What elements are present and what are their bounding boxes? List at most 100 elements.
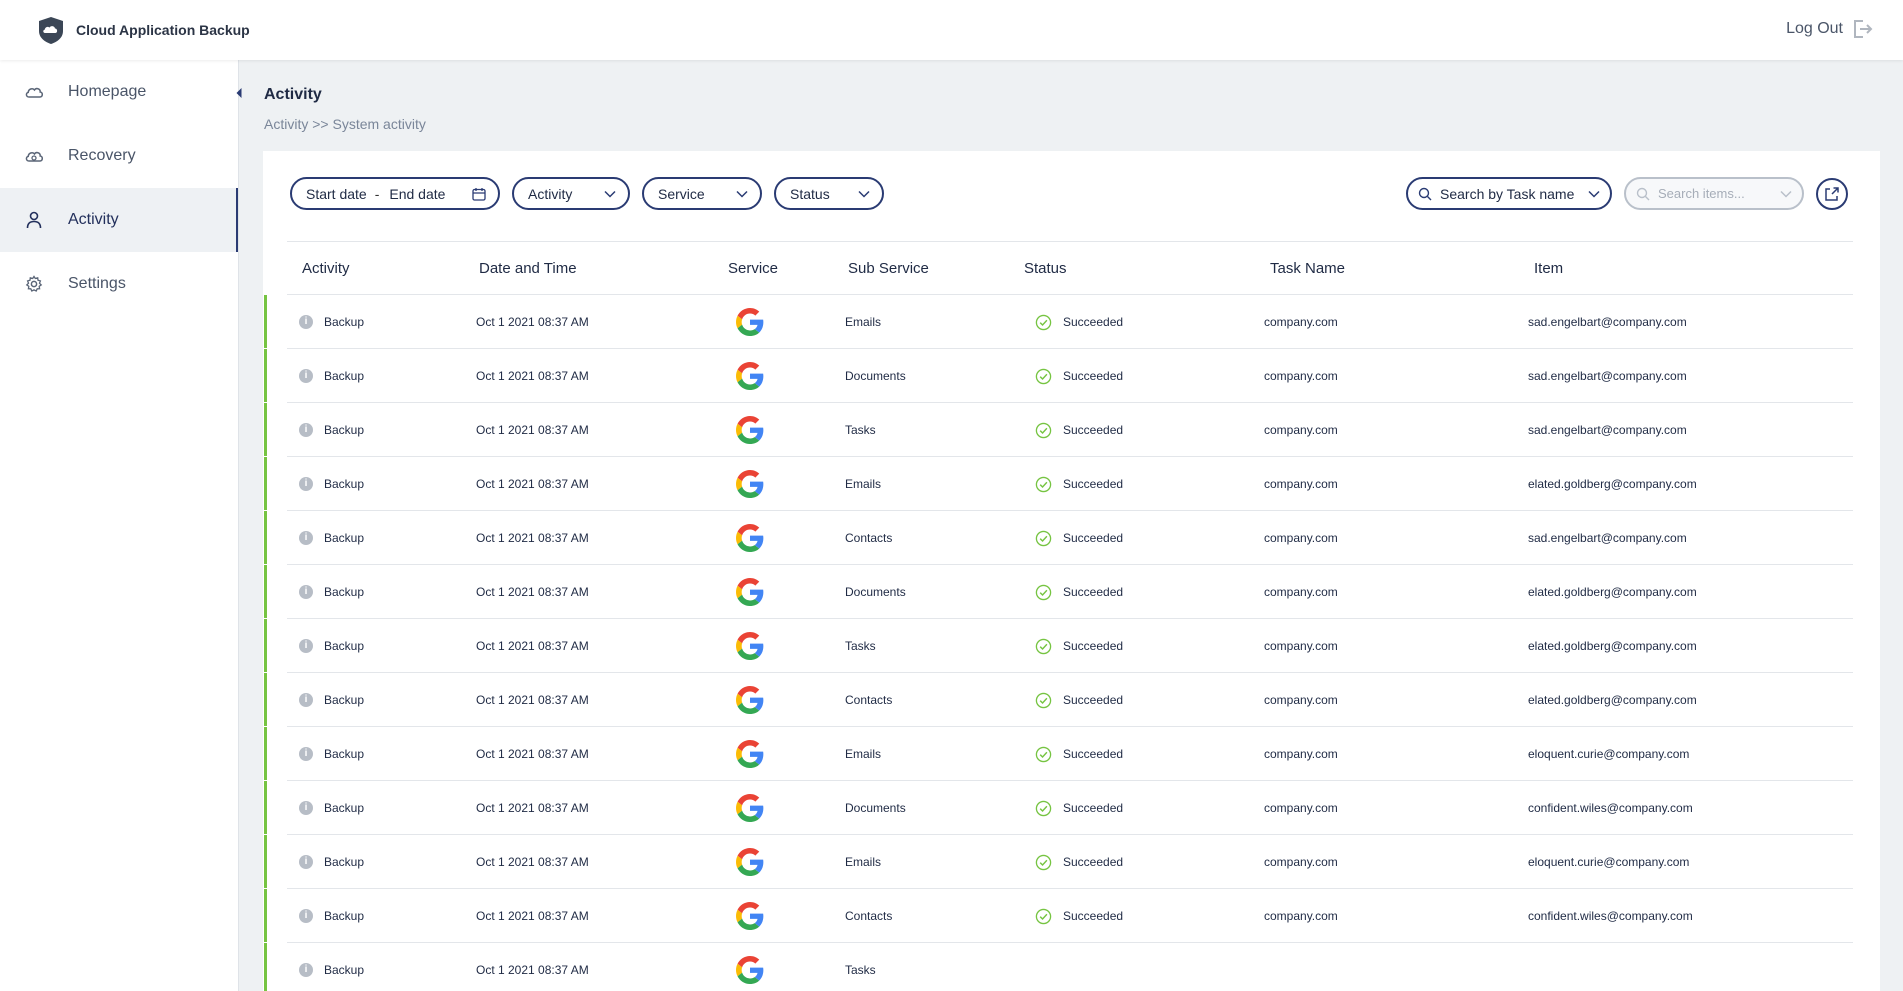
table-row[interactable]: i Backup Oct 1 2021 08:37 AM Documents S… xyxy=(264,349,1853,403)
activity-cell: Backup xyxy=(324,639,365,653)
check-circle-icon xyxy=(1035,530,1052,547)
google-icon xyxy=(736,362,764,390)
info-icon[interactable]: i xyxy=(299,693,313,707)
table-row[interactable]: i Backup Oct 1 2021 08:37 AM Contacts Su… xyxy=(264,511,1853,565)
collapse-sidebar-button[interactable] xyxy=(232,84,246,102)
task-name-cell: company.com xyxy=(1264,639,1338,653)
column-header-task-name[interactable]: Task Name xyxy=(1270,260,1345,277)
status-cell: Succeeded xyxy=(1063,531,1124,545)
date-cell: Oct 1 2021 08:37 AM xyxy=(476,585,589,599)
activity-filter-dropdown[interactable]: Activity xyxy=(512,177,630,210)
info-icon[interactable]: i xyxy=(299,855,313,869)
table-row[interactable]: i Backup Oct 1 2021 08:37 AM Contacts Su… xyxy=(264,673,1853,727)
table-row[interactable]: i Backup Oct 1 2021 08:37 AM Contacts Su… xyxy=(264,889,1853,943)
column-header-service[interactable]: Service xyxy=(728,260,778,277)
logout-icon xyxy=(1854,20,1873,38)
google-icon xyxy=(736,794,764,822)
info-icon[interactable]: i xyxy=(299,531,313,545)
sidebar-item-recovery[interactable]: Recovery xyxy=(0,124,238,188)
info-icon[interactable]: i xyxy=(299,315,313,329)
service-filter-dropdown[interactable]: Service xyxy=(642,177,762,210)
activity-card: Start date - End date Activity Service S… xyxy=(263,151,1880,991)
date-dash: - xyxy=(374,185,380,202)
google-icon xyxy=(736,902,764,930)
search-by-select[interactable]: Search by Task name xyxy=(1406,177,1612,210)
info-icon[interactable]: i xyxy=(299,639,313,653)
table-row[interactable]: i Backup Oct 1 2021 08:37 AM Emails Succ… xyxy=(264,295,1853,349)
item-cell: confident.wiles@company.com xyxy=(1528,801,1693,815)
info-icon[interactable]: i xyxy=(299,423,313,437)
task-name-cell: company.com xyxy=(1264,801,1338,815)
table-row[interactable]: i Backup Oct 1 2021 08:37 AM Emails Succ… xyxy=(264,835,1853,889)
table-header: Activity Date and Time Service Sub Servi… xyxy=(287,241,1853,295)
google-icon xyxy=(736,632,764,660)
table-row[interactable]: i Backup Oct 1 2021 08:37 AM Tasks Succe… xyxy=(264,403,1853,457)
item-cell: confident.wiles@company.com xyxy=(1528,909,1693,923)
activity-table: Activity Date and Time Service Sub Servi… xyxy=(264,241,1853,991)
breadcrumb-activity[interactable]: Activity xyxy=(264,116,308,132)
activity-cell: Backup xyxy=(324,423,365,437)
status-filter-dropdown[interactable]: Status xyxy=(774,177,884,210)
info-icon[interactable]: i xyxy=(299,801,313,815)
chevron-down-icon xyxy=(1780,190,1792,198)
sub-service-cell: Emails xyxy=(845,315,882,329)
activity-cell: Backup xyxy=(324,747,365,761)
table-row[interactable]: i Backup Oct 1 2021 08:37 AM Emails Succ… xyxy=(264,727,1853,781)
google-icon xyxy=(736,740,764,768)
item-cell: sad.engelbart@company.com xyxy=(1528,369,1687,383)
column-header-item[interactable]: Item xyxy=(1534,260,1563,277)
task-name-cell: company.com xyxy=(1264,423,1338,437)
status-cell: Succeeded xyxy=(1063,585,1124,599)
search-items-input[interactable] xyxy=(1658,186,1778,201)
info-icon[interactable]: i xyxy=(299,477,313,491)
activity-cell: Backup xyxy=(324,531,365,545)
column-header-sub-service[interactable]: Sub Service xyxy=(848,260,929,277)
sub-service-cell: Emails xyxy=(845,477,882,491)
table-row[interactable]: i Backup Oct 1 2021 08:37 AM Emails Succ… xyxy=(264,457,1853,511)
table-row[interactable]: i Backup Oct 1 2021 08:37 AM Documents S… xyxy=(264,565,1853,619)
info-icon[interactable]: i xyxy=(299,909,313,923)
date-cell: Oct 1 2021 08:37 AM xyxy=(476,477,589,491)
end-date-label: End date xyxy=(389,185,446,202)
sub-service-cell: Documents xyxy=(845,801,906,815)
info-icon[interactable]: i xyxy=(299,369,313,383)
info-icon[interactable]: i xyxy=(299,747,313,761)
logout-button[interactable]: Log Out xyxy=(1786,18,1873,40)
date-cell: Oct 1 2021 08:37 AM xyxy=(476,693,589,707)
column-header-activity[interactable]: Activity xyxy=(302,260,350,277)
task-name-cell: company.com xyxy=(1264,531,1338,545)
info-icon[interactable]: i xyxy=(299,963,313,977)
activity-cell: Backup xyxy=(324,855,365,869)
export-button[interactable] xyxy=(1816,177,1848,210)
status-cell: Succeeded xyxy=(1063,639,1124,653)
search-icon xyxy=(1636,187,1650,200)
date-cell: Oct 1 2021 08:37 AM xyxy=(476,531,589,545)
item-cell: elated.goldberg@company.com xyxy=(1528,585,1697,599)
sidebar-item-label: Recovery xyxy=(68,147,136,164)
sidebar-item-activity[interactable]: Activity xyxy=(0,188,238,252)
date-range-picker[interactable]: Start date - End date xyxy=(290,177,500,210)
sidebar-item-settings[interactable]: Settings xyxy=(0,252,238,316)
check-circle-icon xyxy=(1035,314,1052,331)
filter-bar: Start date - End date Activity Service S… xyxy=(290,177,896,210)
table-row[interactable]: i Backup Oct 1 2021 08:37 AM Tasks Succe… xyxy=(264,619,1853,673)
column-header-date[interactable]: Date and Time xyxy=(479,260,577,277)
status-cell: Succeeded xyxy=(1063,477,1124,491)
sidebar-item-homepage[interactable]: Homepage xyxy=(0,60,238,124)
date-cell: Oct 1 2021 08:37 AM xyxy=(476,801,589,815)
check-circle-icon xyxy=(1035,746,1052,763)
status-cell: Succeeded xyxy=(1063,801,1124,815)
task-name-cell: company.com xyxy=(1264,855,1338,869)
item-cell: elated.goldberg@company.com xyxy=(1528,639,1697,653)
page-title: Activity xyxy=(264,86,322,103)
status-cell: Succeeded xyxy=(1063,315,1124,329)
info-icon[interactable]: i xyxy=(299,585,313,599)
sidebar-item-label: Homepage xyxy=(68,83,147,100)
item-cell: elated.goldberg@company.com xyxy=(1528,477,1697,491)
sidebar: Homepage Recovery Activity Settings xyxy=(0,60,239,991)
sub-service-cell: Contacts xyxy=(845,531,893,545)
table-row[interactable]: i Backup Oct 1 2021 08:37 AM Documents S… xyxy=(264,781,1853,835)
table-row[interactable]: i Backup Oct 1 2021 08:37 AM Tasks xyxy=(264,943,1853,991)
column-header-status[interactable]: Status xyxy=(1024,260,1067,277)
google-icon xyxy=(736,578,764,606)
